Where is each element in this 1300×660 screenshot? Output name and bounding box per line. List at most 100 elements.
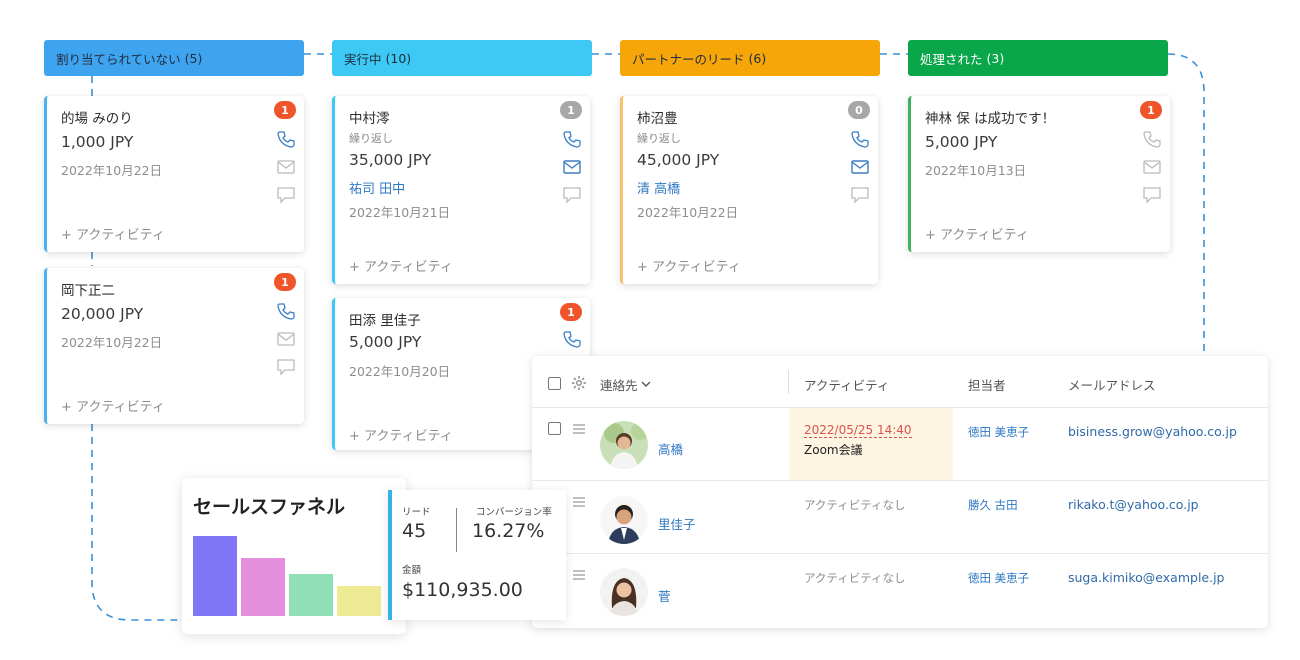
mail-icon[interactable] [276,158,296,176]
notification-badge: 1 [1140,101,1162,119]
gear-icon[interactable] [571,375,587,391]
add-activity-link[interactable]: + アクティビティ [61,224,165,243]
lead-date: 2022年10月22日 [637,205,739,220]
contact-email[interactable]: suga.kimiko@example.jp [1068,570,1225,585]
contact-email[interactable]: bisiness.grow@yahoo.co.jp [1068,424,1237,439]
lead-amount: 20,000 JPY [61,305,144,323]
owner-name[interactable]: 徳田 美恵子 [968,424,1029,440]
lead-date: 2022年10月21日 [349,205,451,220]
table-row[interactable]: 高橋 2022/05/25 14:40 Zoom会議 徳田 美恵子 bisine… [532,408,1268,481]
phone-icon[interactable] [276,130,296,148]
column-header-unassigned[interactable]: 割り当てられていない (5) [44,40,304,76]
lead-amount: 5,000 JPY [925,133,998,151]
column-label: パートナーのリード [632,51,745,67]
lead-name: 神林 保 は成功です！ [925,111,1056,127]
mail-icon[interactable] [276,330,296,348]
avatar [600,496,648,544]
lead-owner[interactable]: 清 高橋 [637,178,680,197]
add-activity-link[interactable]: + アクティビティ [925,224,1029,243]
column-count: (10) [385,50,412,66]
contacts-table: 連絡先 アクティビティ 担当者 メールアドレス 高橋 2022/05/25 14… [532,356,1268,628]
contact-name[interactable]: 菅 [658,586,671,605]
add-activity-link[interactable]: + アクティビティ [61,396,165,415]
column-header-partner-leads[interactable]: パートナーのリード (6) [620,40,880,76]
drag-handle-icon[interactable] [572,424,586,434]
column-header-processed[interactable]: 処理された (3) [908,40,1168,76]
notification-badge: 1 [560,303,582,321]
drag-handle-icon[interactable] [572,570,586,580]
column-email[interactable]: メールアドレス [1068,375,1156,394]
column-count: (6) [748,50,767,66]
column-contact[interactable]: 連絡先 [600,375,638,394]
column-count: (3) [986,50,1005,66]
contact-email[interactable]: rikako.t@yahoo.co.jp [1068,497,1199,512]
funnel-bar [193,536,237,616]
notification-badge: 1 [274,273,296,291]
phone-icon[interactable] [1142,130,1162,148]
lead-date: 2022年10月22日 [61,163,163,178]
notification-badge: 1 [560,101,582,119]
lead-name: 中村澪 [349,111,390,127]
recurring-label: 繰り返し [349,132,393,145]
stats-divider [456,508,457,552]
mail-icon[interactable] [850,158,870,176]
column-owner[interactable]: 担当者 [968,375,1006,394]
sales-funnel-widget[interactable]: セールスファネル [182,478,406,634]
comment-icon[interactable] [276,186,296,204]
amount-value: $110,935.00 [402,579,523,601]
table-row[interactable]: 里佳子 アクティビティなし 勝久 古田 rikako.t@yahoo.co.jp [532,481,1268,554]
lead-name: 田添 里佳子 [349,313,421,329]
lead-name: 柿沼豊 [637,111,678,127]
column-label: 実行中 [344,51,382,67]
chevron-down-icon[interactable] [641,380,651,388]
lead-owner[interactable]: 祐司 田中 [349,178,405,197]
drag-handle-icon[interactable] [572,497,586,507]
phone-icon[interactable] [850,130,870,148]
table-row[interactable]: 菅 アクティビティなし 徳田 美恵子 suga.kimiko@example.j… [532,554,1268,627]
activity-cell[interactable]: 2022/05/25 14:40 Zoom会議 [789,408,953,480]
contact-name[interactable]: 里佳子 [658,514,696,533]
notification-badge: 0 [848,101,870,119]
avatar [600,568,648,616]
phone-icon[interactable] [562,130,582,148]
lead-card[interactable]: 的場 みのり 1 1,000 JPY 2022年10月22日 + アクティビティ [44,96,304,252]
comment-icon[interactable] [1142,186,1162,204]
lead-amount: 5,000 JPY [349,333,422,351]
select-all-checkbox[interactable] [548,377,561,390]
row-checkbox[interactable] [548,422,561,435]
leads-value: 45 [402,520,427,542]
add-activity-link[interactable]: + アクティビティ [349,256,453,275]
lead-amount: 1,000 JPY [61,133,134,151]
add-activity-link[interactable]: + アクティビティ [349,425,453,444]
add-activity-link[interactable]: + アクティビティ [637,256,741,275]
mail-icon[interactable] [562,158,582,176]
recurring-label: 繰り返し [637,132,681,145]
owner-name[interactable]: 勝久 古田 [968,497,1018,513]
activity-title: Zoom会議 [804,443,863,457]
comment-icon[interactable] [562,186,582,204]
column-header-in-progress[interactable]: 実行中 (10) [332,40,592,76]
lead-card[interactable]: 神林 保 は成功です！ 1 5,000 JPY 2022年10月13日 + アク… [908,96,1170,252]
funnel-bar [241,558,285,616]
funnel-bar [337,586,381,616]
column-divider [788,370,789,394]
lead-card[interactable]: 柿沼豊 0 繰り返し 45,000 JPY 清 高橋 2022年10月22日 +… [620,96,878,284]
lead-amount: 35,000 JPY [349,151,432,169]
column-activity[interactable]: アクティビティ [804,375,889,394]
lead-date: 2022年10月20日 [349,364,451,379]
comment-icon[interactable] [850,186,870,204]
mail-icon[interactable] [1142,158,1162,176]
phone-icon[interactable] [562,330,582,348]
comment-icon[interactable] [276,358,296,376]
lead-amount: 45,000 JPY [637,151,720,169]
owner-name[interactable]: 徳田 美恵子 [968,570,1029,586]
lead-card[interactable]: 中村澪 1 繰り返し 35,000 JPY 祐司 田中 2022年10月21日 … [332,96,590,284]
phone-icon[interactable] [276,302,296,320]
conversion-label: コンバージョン率 [476,507,552,518]
conversion-value: 16.27% [472,520,545,542]
lead-card[interactable]: 岡下正二 1 20,000 JPY 2022年10月22日 + アクティビティ [44,268,304,424]
amount-label: 金額 [402,565,422,576]
funnel-stats: リード 45 コンバージョン率 16.27% 金額 $110,935.00 [388,490,566,620]
avatar [600,421,648,469]
contact-name[interactable]: 高橋 [658,439,683,458]
